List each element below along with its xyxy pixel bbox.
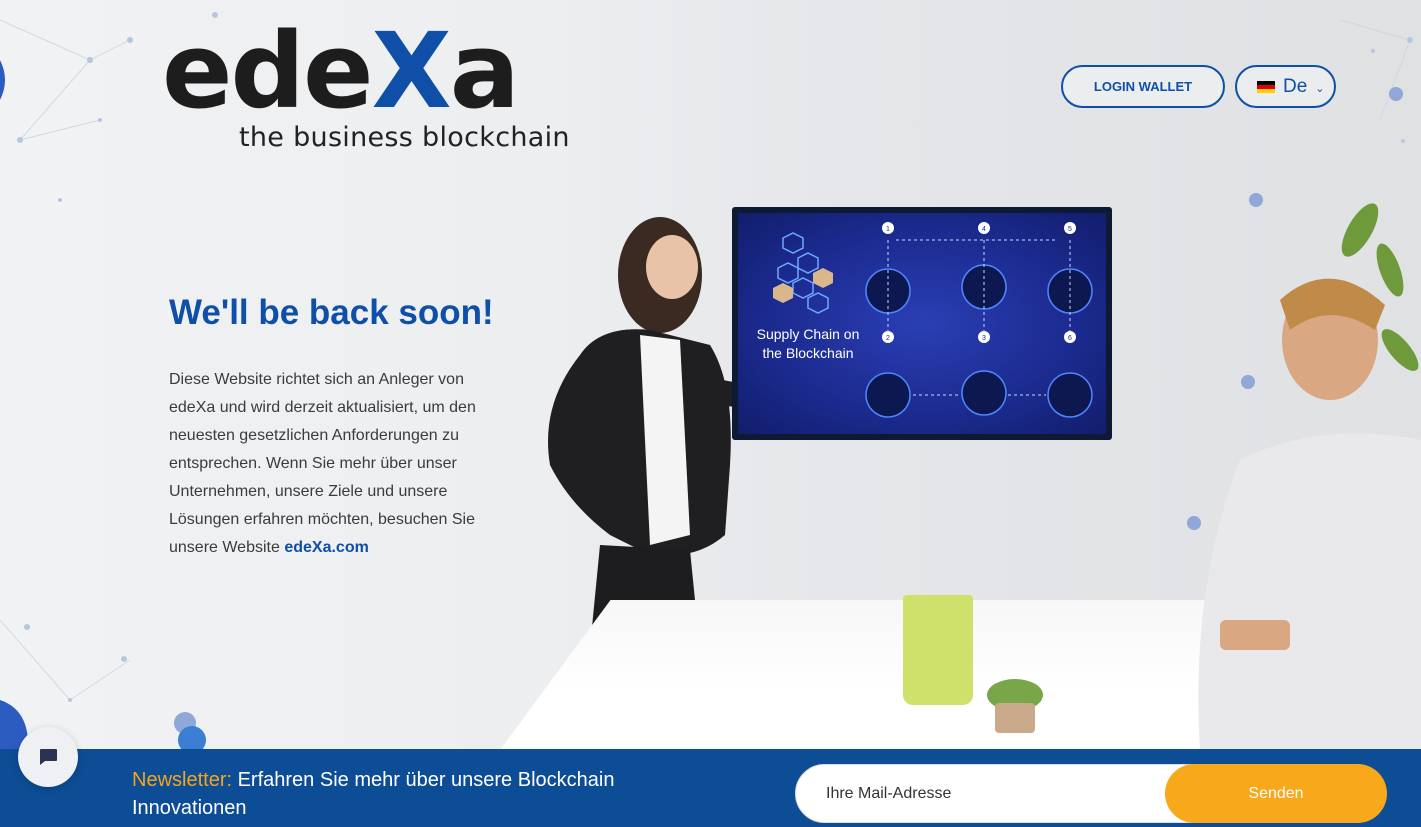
german-flag-icon [1257, 80, 1275, 93]
language-label: De [1283, 75, 1308, 97]
message-text: Diese Website richtet sich an Anleger vo… [169, 371, 476, 556]
logo-wordmark: edeXa [162, 16, 520, 126]
chevron-down-icon: ⌄ [1315, 83, 1325, 95]
tv-screen: 1 4 5 2 3 6 Supply Chain on the Blockcha… [738, 213, 1106, 434]
plant-pot [987, 679, 1043, 733]
page-title: We'll be back soon! [169, 293, 494, 332]
maintenance-message: Diese Website richtet sich an Anleger vo… [169, 366, 509, 562]
tv-title: Supply Chain on the Blockchain [756, 326, 860, 361]
newsletter-bar: Newsletter: Erfahren Sie mehr über unser… [0, 749, 1421, 827]
newsletter-lead: Newsletter: [132, 769, 233, 791]
send-button[interactable]: Senden [1165, 764, 1387, 823]
step-number: 6 [1068, 335, 1072, 342]
logo-x: X [371, 10, 452, 132]
edexa-logo[interactable]: edeXa the business blockchain [162, 16, 570, 153]
cup [903, 595, 973, 705]
login-wallet-button[interactable]: LOGIN WALLET [1061, 65, 1225, 108]
language-selector[interactable]: De ⌄ [1235, 65, 1336, 108]
chat-button[interactable] [18, 727, 78, 787]
chat-icon [40, 749, 57, 765]
step-number: 3 [982, 335, 986, 342]
logo-prefix: ede [162, 10, 374, 132]
step-number: 5 [1068, 226, 1072, 233]
supply-chain-diagram: 1 4 5 2 3 6 [773, 222, 1093, 418]
tv-display: 1 4 5 2 3 6 Supply Chain on the Blockcha… [732, 207, 1112, 440]
step-number: 4 [982, 226, 986, 233]
step-number: 2 [886, 335, 890, 342]
edexa-website-link[interactable]: edeXa.com [284, 539, 368, 556]
newsletter-text: Newsletter: Erfahren Sie mehr über unser… [132, 766, 692, 822]
logo-tagline: the business blockchain [239, 122, 570, 153]
logo-suffix: a [449, 10, 520, 132]
seated-man-figure [1198, 278, 1421, 750]
step-number: 1 [886, 226, 890, 233]
email-input[interactable] [795, 764, 1195, 823]
